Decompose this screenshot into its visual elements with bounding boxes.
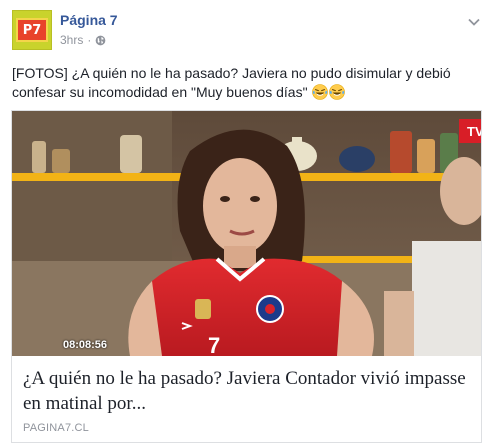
avatar-logo: P7 [16, 18, 48, 42]
channel-badge: TV [467, 124, 481, 139]
post-timestamp[interactable]: 3hrs [60, 33, 83, 47]
facebook-post: P7 Página 7 3hrs · [FOTOS] ¿A quién no l… [0, 0, 495, 447]
post-meta: 3hrs · [60, 33, 106, 47]
chevron-down-icon[interactable] [467, 14, 481, 26]
tv-still-illustration: TV 7 [12, 111, 481, 356]
link-preview-image[interactable]: TV 7 08:08:56 [12, 111, 481, 356]
post-message: [FOTOS] ¿A quién no le ha pasado? Javier… [12, 64, 482, 102]
page-name-link[interactable]: Página 7 [60, 12, 118, 28]
meta-separator: · [87, 33, 92, 47]
laughing-tears-emoji [312, 84, 329, 100]
link-preview-card[interactable]: TV 7 08:08:56 ¿A quién no le ha pasado? … [11, 110, 482, 443]
video-timestamp-overlay: 08:08:56 [63, 339, 108, 351]
link-title[interactable]: ¿A quién no le ha pasado? Javiera Contad… [23, 366, 468, 416]
post-message-text: [FOTOS] ¿A quién no le ha pasado? Javier… [12, 65, 451, 100]
globe-icon[interactable] [95, 35, 106, 46]
laughing-tears-emoji [329, 84, 346, 100]
link-domain: PAGINA7.CL [23, 422, 89, 434]
page-avatar[interactable]: P7 [12, 10, 52, 50]
svg-text:7: 7 [208, 333, 220, 356]
